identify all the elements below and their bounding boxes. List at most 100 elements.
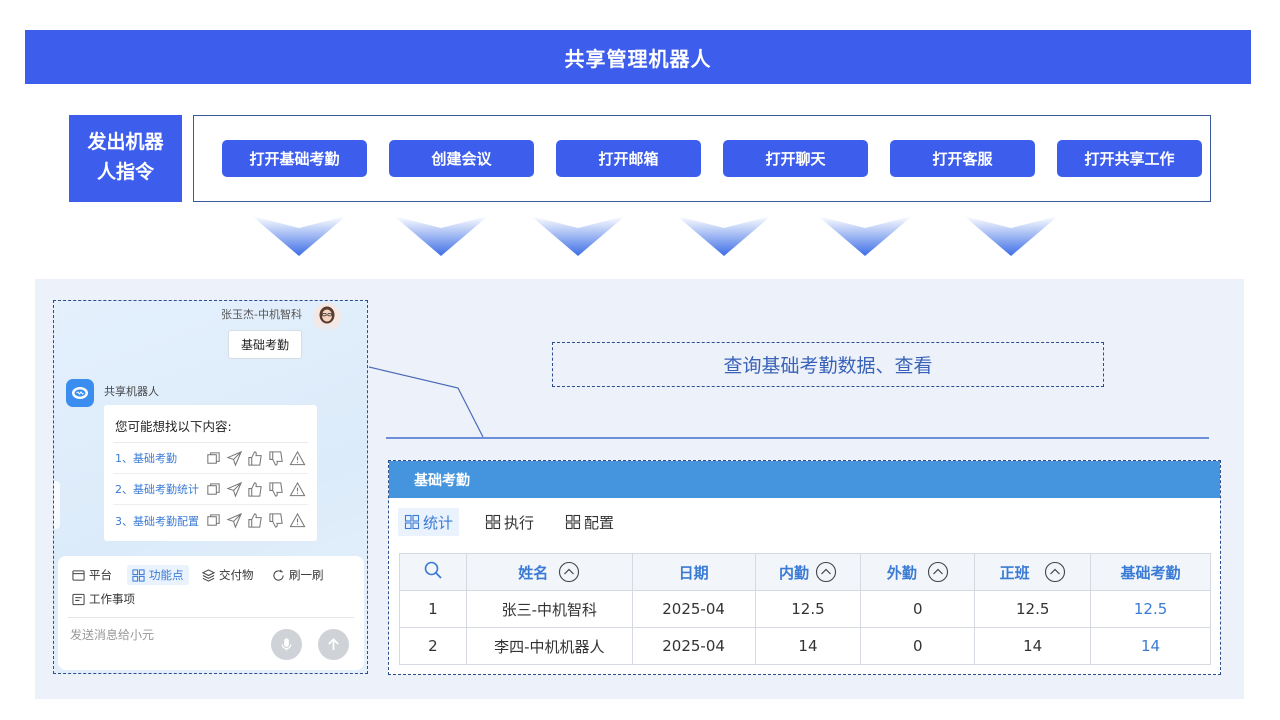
column-header-label: 内勤 <box>778 563 809 582</box>
open-attendance-button[interactable]: 打开基础考勤 <box>222 140 367 177</box>
open-mailbox-button[interactable]: 打开邮箱 <box>556 140 701 177</box>
copy-icon[interactable] <box>205 481 222 498</box>
tab-execute[interactable]: 执行 <box>479 508 540 536</box>
column-header-label: 外勤 <box>886 563 917 582</box>
bot-intro-text: 您可能想找以下内容: <box>113 413 308 443</box>
command-button-group: 打开基础考勤 创建会议 打开邮箱 打开聊天 打开客服 打开共享工作 <box>193 115 1211 202</box>
column-header-date[interactable]: 日期 <box>631 553 756 591</box>
search-icon[interactable] <box>423 560 443 580</box>
avatar[interactable] <box>313 303 341 331</box>
chevron-up-circle-icon[interactable] <box>927 561 949 583</box>
message-input[interactable]: 发送消息给小元 <box>70 626 154 643</box>
send-icon[interactable] <box>226 481 243 498</box>
warning-icon[interactable] <box>289 512 306 529</box>
command-label-line2: 人指令 <box>96 161 154 183</box>
arrow-up-icon <box>328 638 339 651</box>
suggestion-link[interactable]: 3、基础考勤配置 <box>115 513 203 529</box>
send-button[interactable] <box>318 629 349 660</box>
table-cell: 李四-中机机器人 <box>465 627 633 665</box>
table-cell-link[interactable]: 12.5 <box>1090 590 1211 628</box>
list-item: 3、基础考勤配置 <box>113 505 308 536</box>
bot-name: 共享机器人 <box>104 385 159 398</box>
column-header-label: 日期 <box>678 563 709 582</box>
column-header-field[interactable]: 外勤 <box>860 553 976 591</box>
send-icon[interactable] <box>226 450 243 467</box>
table-cell: 2 <box>399 627 467 665</box>
message-composer: 平台 功能点 交付物 刷一刷 工作事项 发送消息给小元 <box>58 556 364 670</box>
chip-work-items[interactable]: 工作事项 <box>72 589 135 609</box>
chevron-up-circle-icon[interactable] <box>558 561 580 583</box>
table-cell: 2025-04 <box>631 627 756 665</box>
table-cell-link[interactable]: 14 <box>1090 627 1211 665</box>
chip-refresh[interactable]: 刷一刷 <box>272 565 324 585</box>
chevron-up-circle-icon[interactable] <box>815 561 837 583</box>
suggestion-link[interactable]: 1、基础考勤 <box>115 450 203 466</box>
chevron-down-icon <box>677 216 771 256</box>
thumbs-up-icon[interactable] <box>247 450 264 467</box>
column-header-name[interactable]: 姓名 <box>465 553 633 591</box>
user-message-bubble: 基础考勤 <box>228 330 302 359</box>
chevron-down-icon <box>964 216 1058 256</box>
send-icon[interactable] <box>226 512 243 529</box>
list-icon <box>72 593 85 605</box>
table-cell: 14 <box>754 627 862 665</box>
grid-icon <box>565 514 581 530</box>
table-cell: 0 <box>860 590 976 628</box>
tab-execute-label: 执行 <box>504 513 535 532</box>
column-header-office[interactable]: 内勤 <box>754 553 862 591</box>
warning-icon[interactable] <box>289 450 306 467</box>
command-label-line1: 发出机器 <box>87 131 164 153</box>
thumbs-down-icon[interactable] <box>268 512 285 529</box>
description-label: 查询基础考勤数据、查看 <box>552 342 1104 387</box>
chip-platform[interactable]: 平台 <box>72 565 112 585</box>
thumbs-up-icon[interactable] <box>247 481 264 498</box>
chip-deliverable[interactable]: 交付物 <box>202 565 254 585</box>
table-row[interactable]: 1 张三-中机智科 2025-04 12.5 0 12.5 12.5 <box>399 590 1211 628</box>
table-cell: 2025-04 <box>631 590 756 628</box>
tab-statistics[interactable]: 统计 <box>398 508 460 536</box>
bot-reply-card: 您可能想找以下内容: 1、基础考勤 2、基础考勤统计 3、基础考勤配置 <box>104 405 317 541</box>
thumbs-down-icon[interactable] <box>268 450 285 467</box>
create-meeting-button[interactable]: 创建会议 <box>389 140 534 177</box>
warning-icon[interactable] <box>289 481 306 498</box>
open-shared-work-button[interactable]: 打开共享工作 <box>1057 140 1202 177</box>
window-icon <box>72 569 85 581</box>
column-header-base-attendance[interactable]: 基础考勤 <box>1090 553 1211 591</box>
panel-title: 基础考勤 <box>389 461 1220 498</box>
column-header-label: 基础考勤 <box>1120 563 1181 582</box>
column-header-regular-shift[interactable]: 正班 <box>974 553 1092 591</box>
chevron-down-icon <box>818 216 912 256</box>
chevron-down-icon <box>252 216 346 256</box>
open-service-button[interactable]: 打开客服 <box>890 140 1035 177</box>
grid-icon <box>485 514 501 530</box>
layers-icon <box>202 568 215 582</box>
chip-function-point-label: 功能点 <box>149 568 184 582</box>
chip-work-items-label: 工作事项 <box>89 592 135 606</box>
thumbs-up-icon[interactable] <box>247 512 264 529</box>
side-collapse-handle[interactable] <box>54 481 60 529</box>
command-label: 发出机器 人指令 <box>69 115 182 202</box>
tab-config[interactable]: 配置 <box>559 508 620 536</box>
copy-icon[interactable] <box>205 512 222 529</box>
chevron-up-circle-icon[interactable] <box>1044 561 1066 583</box>
list-item: 2、基础考勤统计 <box>113 474 308 505</box>
table-cell: 12.5 <box>974 590 1092 628</box>
chip-deliverable-label: 交付物 <box>219 568 254 582</box>
open-chat-button[interactable]: 打开聊天 <box>723 140 868 177</box>
table-row[interactable]: 2 李四-中机机器人 2025-04 14 0 14 14 <box>399 627 1211 665</box>
refresh-icon <box>273 569 284 581</box>
thumbs-down-icon[interactable] <box>268 481 285 498</box>
page-title: 共享管理机器人 <box>25 30 1251 84</box>
copy-icon[interactable] <box>205 450 222 467</box>
voice-input-button[interactable] <box>271 629 302 660</box>
chevron-down-icon <box>394 216 488 256</box>
table-cell: 14 <box>974 627 1092 665</box>
microphone-icon <box>281 638 292 651</box>
tab-statistics-label: 统计 <box>423 513 454 532</box>
suggestion-link[interactable]: 2、基础考勤统计 <box>115 481 203 497</box>
user-name: 张玉杰-中机智科 <box>221 308 302 321</box>
chip-platform-label: 平台 <box>89 568 112 582</box>
chip-function-point[interactable]: 功能点 <box>127 565 189 585</box>
tab-config-label: 配置 <box>584 513 615 532</box>
search-column-header[interactable] <box>399 553 467 591</box>
